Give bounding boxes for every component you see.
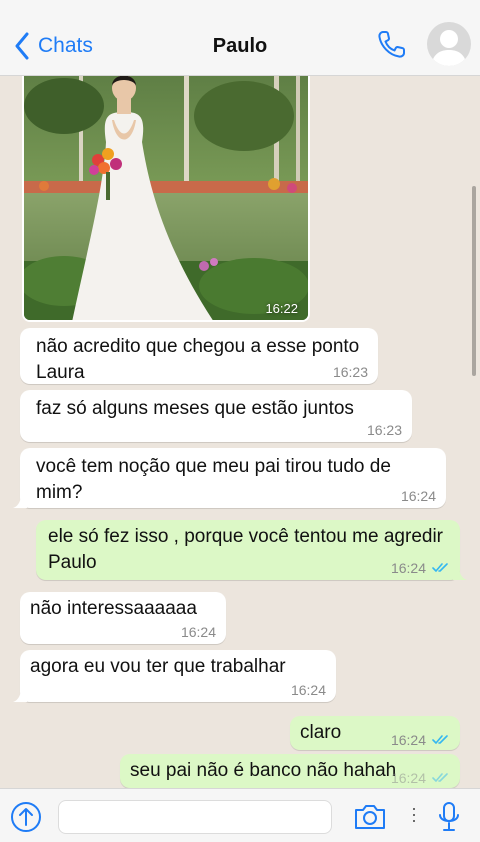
message-meta: 16:24 bbox=[391, 770, 450, 786]
read-ticks-icon bbox=[432, 773, 448, 782]
input-bar: · · · bbox=[0, 788, 480, 842]
camera-icon[interactable] bbox=[353, 803, 387, 831]
avatar-icon bbox=[431, 30, 467, 66]
message-time: 16:23 bbox=[366, 422, 402, 438]
message-bubble-incoming[interactable]: você tem noção que meu pai tirou tudo de… bbox=[13, 448, 446, 508]
message-time: 16:24 bbox=[400, 488, 436, 504]
message-bubble-outgoing[interactable]: seu pai não é banco não hahah 16:24 bbox=[120, 754, 460, 788]
message-text: não acredito que chegou a esse ponto Lau… bbox=[36, 336, 360, 383]
read-ticks-icon bbox=[432, 563, 448, 572]
more-dots-icon[interactable]: · · · bbox=[411, 799, 417, 829]
contact-name[interactable]: Paulo bbox=[0, 35, 480, 58]
message-bubble-outgoing[interactable]: ele só fez isso , porque você tentou me … bbox=[36, 520, 467, 580]
message-time: 16:23 bbox=[332, 364, 368, 380]
message-text: agora eu vou ter que trabalhar bbox=[30, 656, 286, 677]
wedding-photo-image bbox=[24, 76, 308, 320]
contact-avatar[interactable] bbox=[427, 22, 471, 66]
message-time: 16:24 bbox=[290, 682, 326, 698]
message-bubble-incoming[interactable]: agora eu vou ter que trabalhar 16:24 bbox=[13, 650, 336, 702]
message-input[interactable] bbox=[58, 800, 332, 834]
chat-scrollbar[interactable] bbox=[472, 186, 476, 376]
image-message[interactable]: 16:22 bbox=[22, 76, 310, 322]
message-text: ele só fez isso , porque você tentou me … bbox=[48, 526, 444, 573]
image-timestamp: 16:22 bbox=[265, 301, 298, 316]
read-ticks-icon bbox=[432, 735, 448, 744]
phone-icon[interactable] bbox=[376, 28, 408, 60]
message-meta: 16:24 bbox=[391, 560, 450, 576]
message-time: 16:24 bbox=[390, 770, 426, 786]
message-bubble-incoming[interactable]: faz só alguns meses que estão juntos 16:… bbox=[20, 390, 412, 442]
message-text: você tem noção que meu pai tirou tudo de… bbox=[36, 456, 391, 503]
message-meta: 16:24 bbox=[391, 732, 450, 748]
message-time: 16:24 bbox=[180, 624, 216, 640]
message-bubble-incoming[interactable]: não interessaaaaaa 16:24 bbox=[20, 592, 226, 644]
message-text: faz só alguns meses que estão juntos bbox=[36, 398, 354, 419]
chat-header: Chats Paulo bbox=[0, 0, 480, 76]
bubble-tail bbox=[453, 566, 467, 580]
mic-icon[interactable] bbox=[438, 801, 460, 833]
bubble-tail bbox=[13, 688, 27, 702]
message-time: 16:24 bbox=[390, 560, 426, 576]
message-bubble-incoming[interactable]: não acredito que chegou a esse ponto Lau… bbox=[20, 328, 378, 384]
send-arrow-up-icon[interactable] bbox=[10, 801, 42, 833]
message-list[interactable]: 16:22 não acredito que chegou a esse pon… bbox=[0, 76, 480, 788]
message-bubble-outgoing[interactable]: claro 16:24 bbox=[290, 716, 460, 750]
bubble-tail bbox=[13, 494, 27, 508]
message-time: 16:24 bbox=[390, 732, 426, 748]
message-text: não interessaaaaaa bbox=[30, 598, 197, 619]
